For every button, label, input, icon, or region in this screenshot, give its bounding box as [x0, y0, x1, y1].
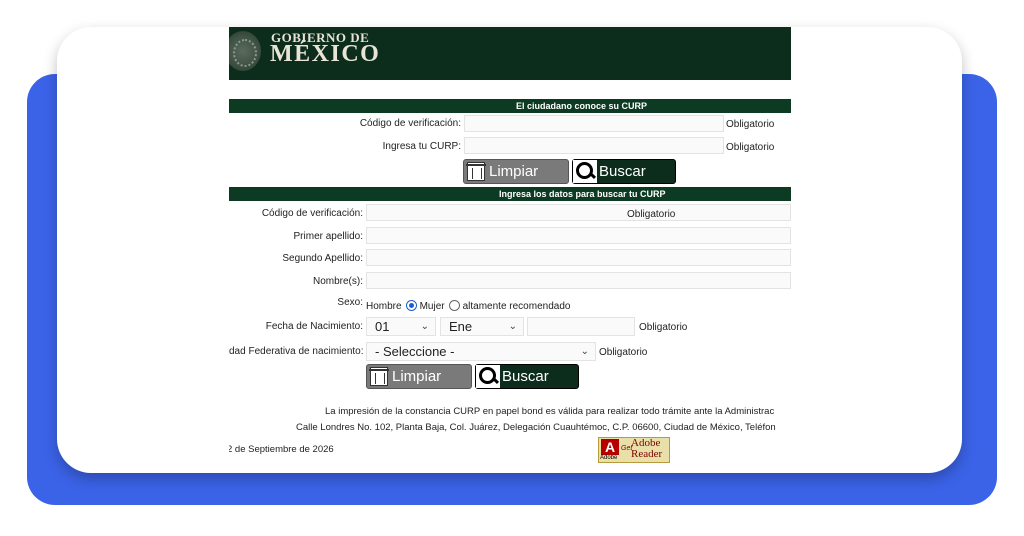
- s2-sex-label: Sexo:: [337, 297, 363, 308]
- sex-male-label: Hombre: [366, 301, 402, 312]
- section2-title-bar: Ingresa los datos para buscar tu CURP: [229, 187, 791, 201]
- section2-title: Ingresa los datos para buscar tu CURP: [499, 189, 666, 199]
- section1-title-bar: El ciudadano conoce su CURP: [229, 99, 791, 113]
- search-icon: [573, 160, 597, 183]
- s1-clear-label: Limpiar: [489, 163, 539, 180]
- s2-clear-label: Limpiar: [392, 368, 442, 385]
- s2-search-button[interactable]: Buscar: [475, 364, 579, 389]
- s2-birth-label: Fecha de Nacimiento:: [265, 321, 363, 332]
- curp-page: GOBIERNO DE MÉXICO El ciudadano conoce s…: [229, 27, 791, 473]
- section1-title: El ciudadano conoce su CURP: [516, 101, 648, 111]
- s1-search-label: Buscar: [599, 163, 646, 180]
- chevron-down-icon: ⌄: [508, 321, 517, 332]
- chevron-down-icon: ⌄: [580, 346, 589, 357]
- birth-day-select[interactable]: 01 ⌄: [366, 317, 436, 336]
- s2-clear-button[interactable]: Limpiar: [366, 364, 472, 389]
- birth-year-input[interactable]: [527, 317, 635, 336]
- s2-birth-required: Obligatorio: [639, 322, 688, 333]
- s1-search-button[interactable]: Buscar: [572, 159, 676, 184]
- s2-verif-input[interactable]: [366, 204, 791, 221]
- adobe-logo-icon: A: [601, 439, 619, 455]
- sex-note: altamente recomendado: [462, 301, 571, 312]
- s2-verif-required: Obligatorio: [627, 209, 676, 220]
- footer-date: 2 de Septiembre de 2026: [229, 444, 334, 455]
- footer-address: Calle Londres No. 102, Planta Baja, Col.…: [296, 422, 776, 433]
- adobe-line2: Reader: [631, 448, 663, 460]
- s2-state-label: dad Federativa de nacimiento:: [229, 346, 364, 357]
- s2-second-surname-input[interactable]: [366, 249, 791, 266]
- sex-female-radio[interactable]: [448, 300, 460, 311]
- footer-notice: La impresión de la constancia CURP en pa…: [325, 406, 775, 417]
- trash-icon: [466, 162, 486, 181]
- state-select[interactable]: - Seleccione - ⌄: [366, 342, 596, 361]
- s2-first-surname-input[interactable]: [366, 227, 791, 244]
- sex-female-label: Mujer: [419, 301, 445, 312]
- s1-clear-button[interactable]: Limpiar: [463, 159, 569, 184]
- coat-of-arms-icon: [229, 31, 261, 71]
- s2-state-required: Obligatorio: [599, 347, 648, 358]
- gov-header: GOBIERNO DE MÉXICO: [229, 27, 791, 80]
- s1-verif-label: Código de verificación:: [359, 118, 461, 129]
- search-icon: [476, 365, 500, 388]
- s2-name-input[interactable]: [366, 272, 791, 289]
- birth-month-value: Ene: [449, 319, 473, 334]
- birth-day-value: 01: [375, 319, 390, 334]
- sex-male-radio[interactable]: [405, 300, 417, 311]
- s2-search-label: Buscar: [502, 368, 549, 385]
- s2-name-label: Nombre(s):: [312, 276, 363, 287]
- s1-curp-required: Obligatorio: [726, 142, 775, 153]
- s2-sex-group: Hombre Mujer altamente recomendado: [366, 300, 570, 312]
- trash-icon: [369, 367, 389, 386]
- s2-second-surname-label: Segundo Apellido:: [282, 253, 363, 264]
- s1-curp-input[interactable]: [464, 137, 724, 154]
- s1-curp-label: Ingresa tu CURP:: [382, 141, 461, 152]
- s1-verif-input[interactable]: [464, 115, 724, 132]
- s2-verif-label: Código de verificación:: [261, 208, 363, 219]
- screenshot-card: GOBIERNO DE MÉXICO El ciudadano conoce s…: [57, 27, 962, 473]
- s1-verif-required: Obligatorio: [726, 119, 775, 130]
- chevron-down-icon: ⌄: [420, 321, 429, 332]
- s2-first-surname-label: Primer apellido:: [293, 231, 363, 242]
- adobe-small-label: Adobe: [600, 455, 618, 461]
- birth-month-select[interactable]: Ene ⌄: [440, 317, 524, 336]
- get-adobe-reader-badge[interactable]: A Adobe Get Adobe Reader: [598, 437, 670, 463]
- header-line2: MÉXICO: [270, 41, 381, 67]
- state-value: - Seleccione -: [375, 344, 455, 359]
